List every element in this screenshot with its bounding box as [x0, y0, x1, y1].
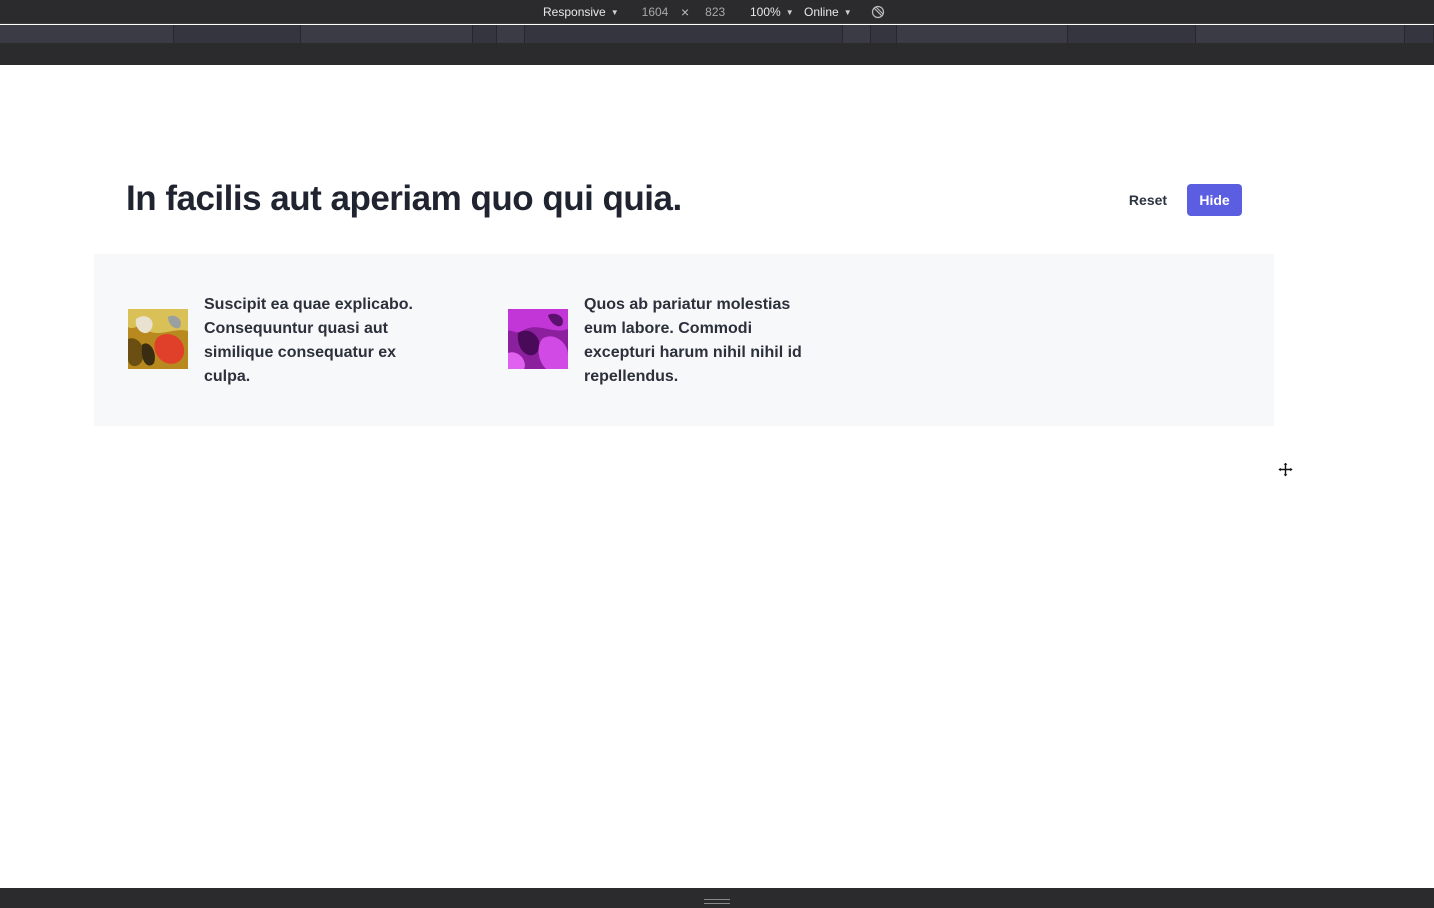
drag-handle-icon[interactable]: [704, 898, 730, 904]
media-query-bar[interactable]: [0, 25, 1434, 43]
card-description: Quos ab pariatur molestias eum labore. C…: [584, 296, 802, 385]
page-viewport: In facilis aut aperiam quo qui quia. Res…: [0, 65, 1434, 888]
throttling-label: Online: [804, 5, 839, 19]
caret-down-icon: ▼: [610, 7, 619, 17]
reset-button[interactable]: Reset: [1118, 184, 1178, 216]
resize-handle-bar[interactable]: [0, 888, 1434, 908]
media-query-segment[interactable]: [843, 25, 871, 43]
device-mode-label: Responsive: [543, 5, 606, 19]
card: Quos ab pariatur molestias eum labore. C…: [508, 293, 824, 389]
media-query-segment[interactable]: [1068, 25, 1196, 43]
media-query-segment[interactable]: [871, 25, 897, 43]
width-input[interactable]: 1604: [632, 2, 678, 22]
media-query-segment[interactable]: [0, 25, 174, 43]
dimension-inputs: 1604 × 823: [632, 0, 739, 24]
media-query-segment[interactable]: [1196, 25, 1405, 43]
hide-button[interactable]: Hide: [1187, 184, 1242, 216]
media-query-segment[interactable]: [497, 25, 525, 43]
caret-down-icon: ▼: [843, 7, 852, 17]
media-query-segment[interactable]: [525, 25, 843, 43]
card-thumbnail-image: [128, 309, 188, 369]
throttling-select[interactable]: Online ▼: [804, 0, 852, 24]
card-thumbnail-image: [508, 309, 568, 369]
rotate-button[interactable]: [871, 0, 885, 24]
device-ruler: [0, 43, 1434, 65]
dimension-separator: ×: [681, 4, 690, 20]
media-query-segment[interactable]: [897, 25, 1068, 43]
media-query-segment[interactable]: [1405, 25, 1434, 43]
height-input[interactable]: 823: [692, 2, 739, 22]
zoom-label: 100%: [750, 5, 781, 19]
page-title: In facilis aut aperiam quo qui quia.: [126, 179, 682, 218]
move-cursor-icon: [1278, 462, 1293, 477]
card-panel: Suscipit ea quae explicabo. Consequuntur…: [94, 254, 1274, 426]
card: Suscipit ea quae explicabo. Consequuntur…: [128, 293, 444, 389]
zoom-select[interactable]: 100% ▼: [750, 0, 794, 24]
media-query-segment[interactable]: [301, 25, 473, 43]
device-mode-select[interactable]: Responsive ▼: [543, 0, 619, 24]
media-query-segment[interactable]: [174, 25, 301, 43]
rotate-icon: [871, 5, 885, 19]
media-query-segment[interactable]: [473, 25, 497, 43]
device-toolbar: Responsive ▼ 1604 × 823 100% ▼ Online ▼: [0, 0, 1434, 24]
card-description: Suscipit ea quae explicabo. Consequuntur…: [204, 296, 413, 385]
caret-down-icon: ▼: [785, 7, 794, 17]
